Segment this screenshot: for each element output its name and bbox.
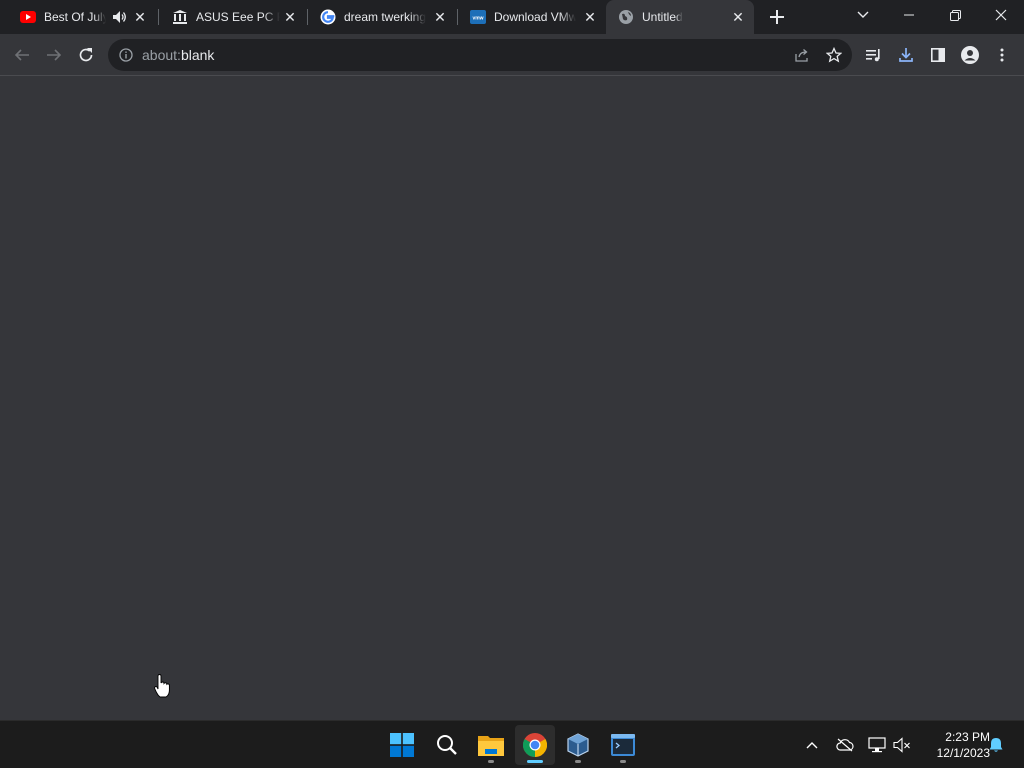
close-icon[interactable]: ✕ [282,9,298,25]
profile-button[interactable] [956,41,984,69]
page-content[interactable] [0,77,1024,720]
file-explorer-button[interactable] [471,725,511,765]
tab-title: Download VMw [494,10,576,24]
downloads-button[interactable] [892,41,920,69]
close-icon[interactable]: ✕ [432,9,448,25]
show-hidden-icons-button[interactable] [800,733,824,757]
virtualbox-button[interactable] [558,725,598,765]
tab-separator [158,9,159,25]
side-panel-button[interactable] [924,41,952,69]
url-text[interactable]: about:blank [142,47,214,63]
tab-title: ASUS Eee PC R [196,10,280,24]
chrome-icon [523,733,547,757]
hand-cursor-icon [154,674,170,698]
clock[interactable]: 2:23 PM 12/1/2023 [916,727,990,763]
tab-search-button[interactable] [840,0,886,30]
new-tab-button[interactable] [766,6,788,28]
running-indicator [620,760,626,763]
clock-date: 12/1/2023 [936,746,990,760]
museum-icon [172,9,188,25]
media-control-button[interactable] [860,41,888,69]
audio-playing-icon[interactable] [112,9,128,25]
forward-button[interactable] [40,41,68,69]
file-explorer-icon [478,734,504,756]
tab-untitled[interactable]: Untitled ✕ [606,0,754,34]
close-icon[interactable]: ✕ [730,9,746,25]
running-indicator [575,760,581,763]
network-icon[interactable] [865,733,889,757]
search-icon [436,734,458,756]
start-icon [390,733,414,757]
google-icon [320,9,336,25]
tab-strip: Best Of July ✕ ASUS Eee PC R ✕ dream twe… [0,0,1024,34]
minimize-button[interactable] [886,0,932,30]
globe-icon [618,9,634,25]
search-button[interactable] [427,725,467,765]
back-button[interactable] [8,41,36,69]
url-path: blank [180,47,215,63]
toolbar: about:blank [0,34,1024,76]
active-indicator [527,760,543,763]
tab-vmware[interactable]: vmw Download VMw ✕ [458,0,606,34]
start-button[interactable] [382,725,422,765]
tab-youtube[interactable]: Best Of July ✕ [8,0,156,34]
chrome-taskbar-button[interactable] [515,725,555,765]
restore-button[interactable] [932,0,978,30]
youtube-icon [20,9,36,25]
tab-title: dream twerking [344,10,426,24]
svg-text:vmw: vmw [472,16,483,22]
reload-button[interactable] [72,41,100,69]
close-icon[interactable]: ✕ [582,9,598,25]
running-indicator [488,760,494,763]
volume-muted-icon[interactable] [890,733,914,757]
terminal-button[interactable] [603,725,643,765]
notification-bell-icon[interactable] [984,733,1008,757]
share-icon[interactable] [792,45,812,65]
terminal-icon [611,734,635,756]
bookmark-star-icon[interactable] [824,45,844,65]
site-info-icon[interactable] [118,47,134,63]
url-scheme: about: [142,47,181,63]
onedrive-offline-icon[interactable] [833,733,857,757]
tab-title: Best Of July [44,10,106,24]
tab-asus[interactable]: ASUS Eee PC R ✕ [160,0,306,34]
close-icon[interactable]: ✕ [132,9,148,25]
vmware-icon: vmw [470,9,486,25]
clock-time: 2:23 PM [945,730,990,744]
menu-kebab-icon[interactable] [988,41,1016,69]
tab-title: Untitled [642,10,683,24]
virtualbox-icon [566,733,590,757]
tab-google[interactable]: dream twerking ✕ [308,0,456,34]
address-bar[interactable]: about:blank [108,39,852,71]
taskbar: 2:23 PM 12/1/2023 [0,720,1024,768]
close-window-button[interactable] [978,0,1024,30]
